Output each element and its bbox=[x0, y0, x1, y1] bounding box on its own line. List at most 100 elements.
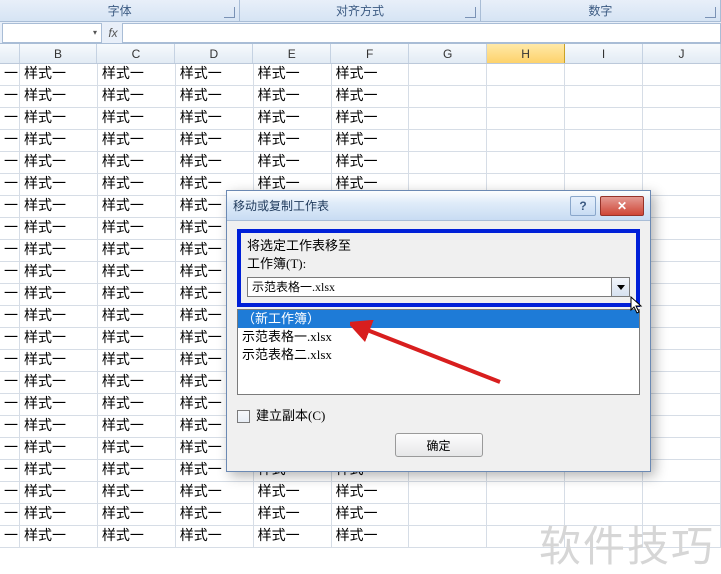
cell[interactable] bbox=[409, 64, 487, 85]
cell[interactable]: 样式一 bbox=[20, 174, 98, 195]
cell[interactable]: 样式一 bbox=[20, 64, 98, 85]
cell[interactable]: 样式一 bbox=[20, 240, 98, 261]
list-item[interactable]: （新工作簿） bbox=[238, 310, 639, 328]
cell[interactable] bbox=[643, 174, 721, 195]
cell[interactable]: 样式一 bbox=[98, 196, 176, 217]
cell[interactable] bbox=[643, 108, 721, 129]
cell[interactable]: 一 bbox=[0, 438, 20, 459]
cell[interactable] bbox=[487, 482, 565, 503]
cell[interactable]: 样式一 bbox=[332, 482, 410, 503]
cell[interactable]: 样式一 bbox=[20, 306, 98, 327]
cell[interactable]: 样式一 bbox=[254, 152, 332, 173]
cell[interactable]: 样式一 bbox=[20, 394, 98, 415]
cell[interactable]: 样式一 bbox=[98, 438, 176, 459]
cell[interactable]: 样式一 bbox=[98, 372, 176, 393]
cell[interactable]: 样式一 bbox=[176, 526, 254, 547]
cell[interactable] bbox=[565, 482, 643, 503]
cell[interactable]: 样式一 bbox=[332, 526, 410, 547]
cell[interactable]: 样式一 bbox=[98, 262, 176, 283]
cell[interactable]: 样式一 bbox=[98, 130, 176, 151]
cell[interactable]: 样式一 bbox=[20, 504, 98, 525]
cell[interactable]: 样式一 bbox=[254, 526, 332, 547]
workbook-combo[interactable]: 示范表格一.xlsx bbox=[247, 277, 630, 297]
cell[interactable]: 样式一 bbox=[98, 284, 176, 305]
cell[interactable] bbox=[487, 64, 565, 85]
cell[interactable]: 一 bbox=[0, 482, 20, 503]
cell[interactable]: 样式一 bbox=[20, 328, 98, 349]
cell[interactable] bbox=[487, 152, 565, 173]
cell[interactable]: 样式一 bbox=[20, 218, 98, 239]
cell[interactable]: 样式一 bbox=[98, 152, 176, 173]
cell[interactable]: 样式一 bbox=[176, 152, 254, 173]
cell[interactable] bbox=[565, 504, 643, 525]
cell[interactable] bbox=[487, 504, 565, 525]
cell[interactable]: 一 bbox=[0, 64, 20, 85]
create-copy-checkbox[interactable] bbox=[237, 410, 250, 423]
cell[interactable]: 样式一 bbox=[332, 130, 410, 151]
cell[interactable] bbox=[643, 394, 721, 415]
cell[interactable]: 样式一 bbox=[254, 64, 332, 85]
cell[interactable] bbox=[409, 86, 487, 107]
cell[interactable]: 样式一 bbox=[20, 482, 98, 503]
cell[interactable]: 样式一 bbox=[20, 526, 98, 547]
cell[interactable]: 样式一 bbox=[98, 174, 176, 195]
cell[interactable] bbox=[565, 526, 643, 547]
cell[interactable] bbox=[487, 130, 565, 151]
cell[interactable]: 一 bbox=[0, 262, 20, 283]
cell[interactable]: 样式一 bbox=[176, 108, 254, 129]
ribbon-group-alignment[interactable]: 对齐方式 bbox=[240, 0, 480, 21]
cell[interactable]: 样式一 bbox=[98, 394, 176, 415]
col-header-E[interactable]: E bbox=[253, 44, 331, 63]
formula-input[interactable] bbox=[122, 23, 721, 43]
cell[interactable] bbox=[409, 482, 487, 503]
ok-button[interactable]: 确定 bbox=[395, 433, 483, 457]
cell[interactable] bbox=[643, 240, 721, 261]
cell[interactable]: 一 bbox=[0, 284, 20, 305]
cell[interactable]: 样式一 bbox=[176, 130, 254, 151]
cell[interactable] bbox=[643, 284, 721, 305]
list-item[interactable]: 示范表格二.xlsx bbox=[238, 346, 639, 364]
cell[interactable] bbox=[643, 372, 721, 393]
cell[interactable]: 样式一 bbox=[332, 86, 410, 107]
col-header-C[interactable]: C bbox=[97, 44, 175, 63]
cell[interactable] bbox=[643, 262, 721, 283]
cell[interactable]: 样式一 bbox=[20, 372, 98, 393]
cell[interactable]: 一 bbox=[0, 394, 20, 415]
cell[interactable]: 样式一 bbox=[176, 482, 254, 503]
dropdown-arrow-icon[interactable]: ▾ bbox=[93, 28, 97, 37]
cell[interactable]: 样式一 bbox=[98, 86, 176, 107]
cell[interactable]: 样式一 bbox=[20, 86, 98, 107]
cell[interactable]: 样式一 bbox=[332, 504, 410, 525]
list-item[interactable]: 示范表格一.xlsx bbox=[238, 328, 639, 346]
cell[interactable] bbox=[643, 306, 721, 327]
cell[interactable]: 一 bbox=[0, 86, 20, 107]
col-header-H[interactable]: H bbox=[487, 44, 565, 63]
cell[interactable]: 样式一 bbox=[98, 504, 176, 525]
dialog-titlebar[interactable]: 移动或复制工作表 ? ✕ bbox=[227, 191, 650, 221]
cell[interactable]: 一 bbox=[0, 526, 20, 547]
col-header-I[interactable]: I bbox=[565, 44, 643, 63]
cell[interactable]: 样式一 bbox=[332, 152, 410, 173]
cell[interactable]: 样式一 bbox=[254, 86, 332, 107]
cell[interactable] bbox=[565, 86, 643, 107]
cell[interactable]: 一 bbox=[0, 174, 20, 195]
cell[interactable]: 样式一 bbox=[176, 86, 254, 107]
col-header-D[interactable]: D bbox=[175, 44, 253, 63]
cell[interactable]: 样式一 bbox=[20, 350, 98, 371]
cell[interactable]: 样式一 bbox=[176, 64, 254, 85]
cell[interactable]: 样式一 bbox=[98, 328, 176, 349]
cell[interactable]: 一 bbox=[0, 328, 20, 349]
cell[interactable]: 样式一 bbox=[98, 526, 176, 547]
cell[interactable]: 样式一 bbox=[20, 416, 98, 437]
cell[interactable] bbox=[643, 196, 721, 217]
cell[interactable]: 样式一 bbox=[98, 306, 176, 327]
cell[interactable]: 样式一 bbox=[20, 284, 98, 305]
cell[interactable] bbox=[565, 64, 643, 85]
cell[interactable]: 一 bbox=[0, 372, 20, 393]
cell[interactable] bbox=[643, 416, 721, 437]
ribbon-group-number[interactable]: 数字 bbox=[481, 0, 721, 21]
cell[interactable]: 样式一 bbox=[20, 130, 98, 151]
cell[interactable] bbox=[565, 130, 643, 151]
cell[interactable]: 样式一 bbox=[20, 262, 98, 283]
cell[interactable]: 一 bbox=[0, 196, 20, 217]
